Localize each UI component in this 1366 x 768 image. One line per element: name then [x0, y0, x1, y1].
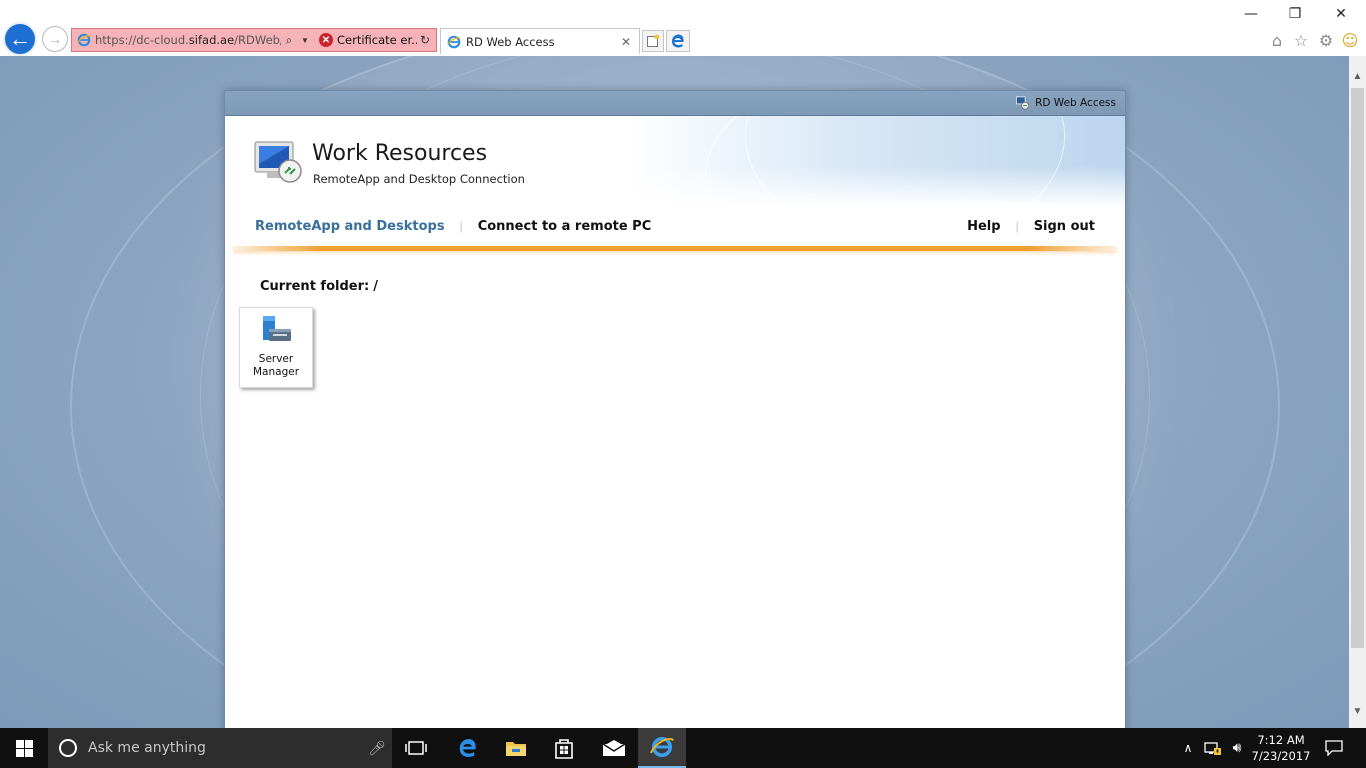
- close-icon: ✕: [1335, 6, 1347, 22]
- current-folder-path: /: [373, 279, 378, 294]
- home-icon[interactable]: ⌂: [1266, 30, 1288, 50]
- panel-header-strip: RD Web Access: [225, 91, 1125, 116]
- volume-icon[interactable]: 🔊︎: [1226, 728, 1248, 768]
- current-folder: Current folder: /: [260, 279, 378, 294]
- network-icon[interactable]: [1202, 728, 1224, 768]
- scroll-up-arrow-icon[interactable]: ▲: [1349, 68, 1366, 85]
- smiley-feedback-icon[interactable]: ☺: [1339, 30, 1361, 50]
- search-placeholder: Ask me anything: [88, 740, 206, 756]
- browser-chrome: — ❐ ✕ ← → https://dc-cloud.sifad.ae/RDWe…: [0, 0, 1366, 56]
- rd-web-access-label: RD Web Access: [1035, 97, 1116, 109]
- windows-taskbar: Ask me anything 🎤︎ ∧ 🔊︎ 7:12 AM 7/23/201…: [0, 728, 1366, 768]
- microphone-icon[interactable]: 🎤︎: [362, 740, 392, 757]
- back-button[interactable]: ←: [3, 22, 37, 56]
- scroll-down-arrow-icon[interactable]: ▼: [1349, 703, 1366, 720]
- forward-button[interactable]: →: [42, 26, 68, 52]
- mail-icon: [602, 740, 626, 756]
- address-url[interactable]: https://dc-cloud.sifad.ae/RDWeb/F: [95, 33, 281, 47]
- open-edge-button[interactable]: [666, 30, 690, 52]
- tab-title: RD Web Access: [466, 34, 555, 49]
- show-hidden-icons-chevron[interactable]: ∧: [1178, 728, 1198, 768]
- back-arrow-icon: ←: [9, 26, 31, 51]
- refresh-icon[interactable]: ↻: [417, 33, 433, 47]
- help-link[interactable]: Help: [967, 219, 1000, 234]
- nav-separator: |: [1015, 219, 1019, 233]
- ie-icon: [447, 35, 461, 48]
- taskbar-file-explorer-button[interactable]: [492, 728, 540, 768]
- page-title: Work Resources: [312, 141, 488, 166]
- scrollbar-thumb[interactable]: [1351, 88, 1364, 648]
- minimize-button[interactable]: —: [1228, 4, 1274, 24]
- main-nav: RemoteApp and Desktops | Connect to a re…: [225, 206, 1125, 246]
- taskbar-internet-explorer-button[interactable]: [638, 728, 686, 768]
- tab-rd-web-access[interactable]: RD Web Access ✕: [440, 28, 640, 54]
- clock-date: 7/23/2017: [1251, 749, 1311, 763]
- minimize-icon: —: [1244, 6, 1258, 22]
- task-view-icon: [405, 741, 427, 755]
- taskbar-mail-button[interactable]: [590, 728, 638, 768]
- server-manager-icon: [263, 316, 291, 341]
- edge-icon: [672, 34, 684, 48]
- vertical-scrollbar[interactable]: ▲ ▼: [1349, 56, 1366, 728]
- page-subtitle: RemoteApp and Desktop Connection: [313, 172, 525, 186]
- close-tab-icon[interactable]: ✕: [621, 35, 639, 49]
- address-bar[interactable]: https://dc-cloud.sifad.ae/RDWeb/F ⌕ ▼ ✕ …: [71, 28, 437, 52]
- page-viewport: RD Web Access Work Resources RemoteApp a…: [0, 56, 1349, 728]
- cortana-search-box[interactable]: Ask me anything 🎤︎: [48, 728, 392, 768]
- settings-gear-icon[interactable]: ⚙: [1315, 30, 1337, 50]
- internet-explorer-icon: [650, 736, 674, 758]
- close-window-button[interactable]: ✕: [1318, 4, 1364, 24]
- network-status-icon: [1204, 742, 1221, 755]
- restore-icon: ❐: [1288, 6, 1302, 22]
- rdweb-panel: RD Web Access Work Resources RemoteApp a…: [224, 90, 1126, 728]
- taskbar-store-button[interactable]: [540, 728, 588, 768]
- rd-web-access-icon: [1016, 96, 1030, 110]
- sign-out-link[interactable]: Sign out: [1034, 219, 1095, 234]
- file-explorer-icon: [506, 742, 526, 756]
- accent-divider: [233, 246, 1117, 251]
- edge-icon: [459, 739, 476, 757]
- certificate-error-icon[interactable]: ✕: [319, 33, 333, 47]
- clock-time: 7:12 AM: [1257, 733, 1305, 747]
- start-button[interactable]: [0, 728, 48, 768]
- app-tile-server-manager[interactable]: Server Manager: [239, 307, 313, 388]
- favorites-star-icon[interactable]: ☆: [1290, 30, 1312, 50]
- action-center-button[interactable]: [1320, 728, 1348, 768]
- app-label: Server Manager: [252, 353, 300, 378]
- search-icon[interactable]: ⌕: [281, 33, 297, 48]
- task-view-button[interactable]: [392, 728, 440, 768]
- ie-icon: [77, 33, 91, 47]
- cortana-icon: [59, 739, 77, 757]
- system-clock[interactable]: 7:12 AM 7/23/2017: [1248, 732, 1314, 764]
- action-center-icon: [1325, 740, 1343, 756]
- certificate-error-label[interactable]: Certificate er...: [337, 33, 417, 47]
- dropdown-icon[interactable]: ▼: [297, 36, 313, 45]
- nav-separator: |: [459, 219, 463, 233]
- tab-remoteapp-and-desktops[interactable]: RemoteApp and Desktops: [255, 219, 445, 234]
- taskbar-edge-button[interactable]: [444, 728, 492, 768]
- restore-button[interactable]: ❐: [1272, 4, 1318, 24]
- current-folder-label: Current folder:: [260, 279, 370, 294]
- store-icon: [555, 739, 573, 759]
- remote-desktop-logo-icon: [254, 141, 302, 183]
- brand-banner: Work Resources RemoteApp and Desktop Con…: [225, 116, 1125, 206]
- windows-start-icon: [15, 739, 33, 757]
- forward-arrow-icon: →: [48, 31, 62, 47]
- new-tab-icon: [647, 34, 660, 47]
- tab-connect-to-remote-pc[interactable]: Connect to a remote PC: [478, 219, 652, 234]
- new-tab-button[interactable]: [642, 30, 664, 52]
